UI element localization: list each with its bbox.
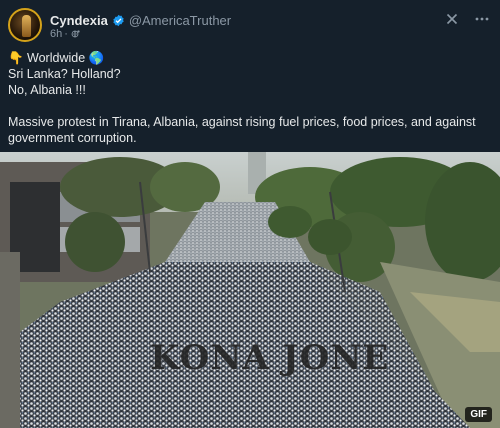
post-text-line-1: 👇 Worldwide 🌎 (8, 51, 105, 65)
post-text-line-2: Sri Lanka? Holland? (8, 67, 121, 81)
more-icon[interactable] (474, 11, 490, 27)
author-handle[interactable]: @AmericaTruther (129, 13, 231, 28)
post-actions-top (444, 11, 490, 27)
author-display-name[interactable]: Cyndexia (50, 13, 108, 28)
avatar-figure (22, 15, 31, 37)
media-watermark: KONA JONE (150, 338, 390, 378)
verified-badge-icon (113, 14, 124, 26)
post-text: 👇 Worldwide 🌎 Sri Lanka? Holland? No, Al… (8, 50, 488, 146)
post-card: Cyndexia @AmericaTruther 6h · 👇 Worldwid… (0, 0, 500, 428)
post-media-gif[interactable]: KONA JONE GIF (0, 152, 500, 428)
post-meta: 6h · (50, 28, 81, 40)
protest-crowd-image (0, 152, 500, 428)
post-text-paragraph: Massive protest in Tirana, Albania, agai… (8, 115, 476, 145)
post-timestamp[interactable]: 6h (50, 28, 62, 40)
globe-icon (71, 30, 80, 38)
author-avatar[interactable] (8, 8, 42, 42)
close-icon[interactable] (444, 11, 460, 27)
gif-badge: GIF (465, 407, 492, 422)
author-name-row: Cyndexia @AmericaTruther (50, 11, 231, 29)
post-text-line-3: No, Albania !!! (8, 83, 86, 97)
